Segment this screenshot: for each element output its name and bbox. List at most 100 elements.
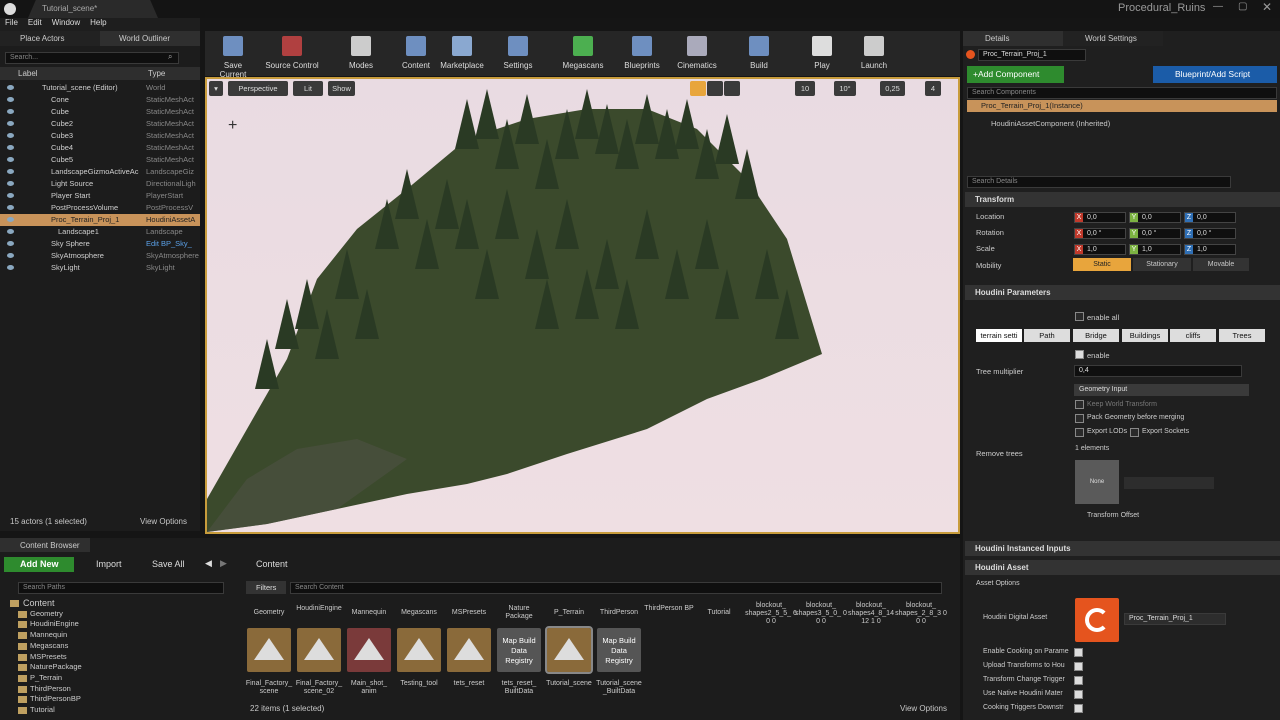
folder-tree-item[interactable]: Content (23, 598, 55, 608)
outliner-search-input[interactable]: Search... (5, 52, 179, 64)
mesh-tile[interactable]: blockout_ shapes4_8_14 12 1 0 (845, 602, 897, 626)
grid-snap-value[interactable]: 10 (795, 81, 815, 96)
export-sockets-checkbox[interactable] (1130, 428, 1139, 437)
enable-all-checkbox[interactable] (1075, 312, 1084, 321)
maximize-icon[interactable]: ▢ (1238, 1, 1247, 12)
outliner-row[interactable]: Proc_Terrain_Proj_1 HoudiniAssetA (0, 214, 200, 226)
tab-place-actors[interactable]: Place Actors (0, 31, 100, 46)
transform-field-rot-z[interactable]: Z 0,0 ° (1184, 228, 1236, 239)
param-tab[interactable]: Buildings (1122, 329, 1168, 342)
folder-tree-item[interactable]: Mannequin (30, 630, 67, 639)
tree-multiplier-input[interactable]: 0,4 (1074, 365, 1242, 377)
scale-snap-value[interactable]: 0,25 (880, 81, 905, 96)
visibility-eye-icon[interactable] (7, 205, 14, 210)
mesh-tile[interactable]: blockout_ shapes3_5_0_ 0 0 0 (795, 602, 847, 626)
visibility-eye-icon[interactable] (7, 229, 14, 234)
asset-option-checkbox[interactable] (1074, 662, 1083, 671)
transform-field-rot-y[interactable]: Y 0,0 ° (1129, 228, 1181, 239)
param-tab[interactable]: Bridge (1073, 329, 1119, 342)
folder-tile[interactable]: ThirdPerson (594, 609, 644, 617)
menu-help[interactable]: Help (90, 18, 106, 27)
asset-thumbnail[interactable]: Map Build Data Registry (497, 628, 541, 672)
filters-button[interactable]: Filters (246, 581, 286, 594)
outliner-row[interactable]: Cube2 StaticMeshAct (0, 118, 200, 130)
outliner-row[interactable]: PostProcessVolume PostProcessV (0, 202, 200, 214)
folder-tree-item[interactable]: ThirdPersonBP (30, 694, 81, 703)
search-paths-input[interactable]: Search Paths (18, 582, 224, 594)
show-button[interactable]: Show (328, 81, 355, 96)
visibility-eye-icon[interactable] (7, 97, 14, 102)
viewport-menu-button[interactable]: ▾ (209, 81, 223, 96)
transform-offset-label[interactable]: Transform Offset (1087, 512, 1139, 519)
folder-tree-item[interactable]: HoudiniEngine (30, 619, 79, 628)
outliner-row[interactable]: Cube5 StaticMeshAct (0, 154, 200, 166)
back-arrow-icon[interactable]: ◀ (205, 558, 212, 569)
folder-tile[interactable]: Nature Package (494, 605, 544, 621)
toolbar-button[interactable]: Save Current (210, 34, 256, 79)
menu-file[interactable]: File (5, 18, 18, 27)
menu-edit[interactable]: Edit (28, 18, 42, 27)
visibility-eye-icon[interactable] (7, 193, 14, 198)
asset-option-checkbox[interactable] (1074, 648, 1083, 657)
param-tab[interactable]: cliffs (1170, 329, 1216, 342)
viewport[interactable]: + (205, 77, 960, 534)
asset-option-checkbox[interactable] (1074, 690, 1083, 699)
folder-path[interactable]: Content (256, 559, 288, 569)
toolbar-button[interactable]: Settings (499, 34, 537, 74)
toolbar-button[interactable]: Marketplace (437, 34, 487, 74)
folder-tile[interactable]: MSPresets (444, 609, 494, 617)
folder-tree-item[interactable]: Tutorial (30, 705, 55, 714)
content-view-options[interactable]: View Options (900, 704, 947, 713)
visibility-eye-icon[interactable] (7, 145, 14, 150)
asset-thumbnail[interactable] (347, 628, 391, 672)
asset-thumbnail[interactable] (247, 628, 291, 672)
houdini-asset-thumbnail[interactable] (1075, 598, 1119, 642)
visibility-eye-icon[interactable] (7, 253, 14, 258)
transform-section[interactable]: Transform (965, 192, 1280, 207)
houdini-parameters-section[interactable]: Houdini Parameters (965, 285, 1280, 300)
asset-option-checkbox[interactable] (1074, 704, 1083, 713)
close-icon[interactable]: ✕ (1262, 0, 1272, 14)
toolbar-button[interactable]: Megascans (560, 34, 606, 74)
toolbar-button[interactable]: Source Control (262, 34, 322, 74)
param-tab[interactable]: terrain setti (976, 329, 1022, 342)
outliner-row[interactable]: Light Source DirectionalLigh (0, 178, 200, 190)
instance-row[interactable]: Proc_Terrain_Proj_1(Instance) (967, 100, 1277, 112)
mesh-dropdown[interactable] (1124, 477, 1214, 489)
folder-tile[interactable]: Megascans (394, 609, 444, 617)
mesh-tile[interactable]: blockout_ shapes2_5_5_ 6 0 0 (745, 602, 797, 626)
forward-arrow-icon[interactable]: ▶ (220, 558, 227, 569)
visibility-eye-icon[interactable] (7, 169, 14, 174)
folder-tree-item[interactable]: Geometry (30, 609, 63, 618)
search-content-input[interactable]: Search Content (290, 582, 942, 594)
param-tab[interactable]: Trees (1219, 329, 1265, 342)
outliner-view-options[interactable]: View Options (140, 517, 187, 526)
mesh-tile[interactable]: blockout_ shapes_2_8_3 0 0 0 (895, 602, 947, 626)
outliner-row[interactable]: Landscape1 Landscape (0, 226, 200, 238)
actor-name-input[interactable]: Proc_Terrain_Proj_1 (978, 49, 1086, 61)
outliner-row[interactable]: Cube3 StaticMeshAct (0, 130, 200, 142)
pack-geometry-checkbox[interactable] (1075, 414, 1084, 423)
asset-thumbnail[interactable]: Map Build Data Registry (597, 628, 641, 672)
visibility-eye-icon[interactable] (7, 157, 14, 162)
tab-details[interactable]: Details (963, 31, 1063, 46)
asset-thumbnail[interactable] (397, 628, 441, 672)
outliner-row[interactable]: Player Start PlayerStart (0, 190, 200, 202)
toolbar-button[interactable]: Modes (342, 34, 380, 74)
visibility-eye-icon[interactable] (7, 121, 14, 126)
toolbar-button[interactable]: Launch (856, 34, 892, 74)
add-component-button[interactable]: +Add Component (967, 66, 1064, 83)
add-new-button[interactable]: Add New (4, 557, 74, 572)
instanced-inputs-section[interactable]: Houdini Instanced Inputs (965, 541, 1280, 556)
folder-tile[interactable]: Mannequin (344, 609, 394, 617)
houdini-asset-section[interactable]: Houdini Asset (965, 560, 1280, 575)
outliner-row[interactable]: Cone StaticMeshAct (0, 94, 200, 106)
folder-tile[interactable]: P_Terrain (544, 609, 594, 617)
visibility-eye-icon[interactable] (7, 109, 14, 114)
minimize-icon[interactable]: — (1213, 1, 1223, 12)
search-components-input[interactable]: Search Components (967, 87, 1277, 99)
import-button[interactable]: Import (96, 559, 122, 569)
visibility-eye-icon[interactable] (7, 217, 14, 222)
folder-tree-item[interactable]: P_Terrain (30, 673, 62, 682)
outliner-row[interactable]: SkyAtmosphere SkyAtmosphere (0, 250, 200, 262)
